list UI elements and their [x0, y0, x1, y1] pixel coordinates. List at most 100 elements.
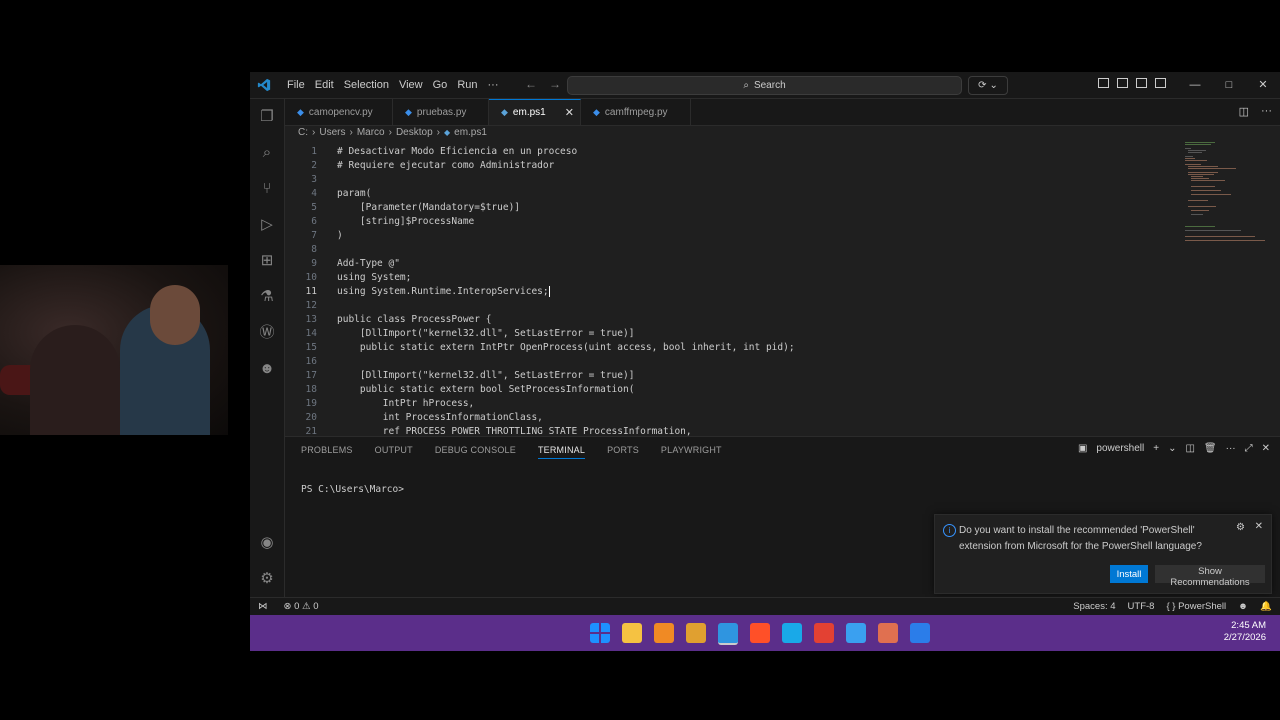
close-icon[interactable]: ✕: [1255, 521, 1263, 532]
layout-controls: [1098, 78, 1166, 88]
terminal-icon[interactable]: [910, 623, 930, 643]
title-bar: File Edit Selection View Go Run ··· ← → …: [250, 72, 1280, 99]
line-number: 19: [305, 398, 317, 409]
tab-em-ps1[interactable]: ◆ em.ps1 ✕: [489, 99, 581, 125]
new-terminal-icon[interactable]: +: [1153, 443, 1159, 454]
tab-debug-console[interactable]: DEBUG CONSOLE: [435, 445, 516, 459]
more-actions-icon[interactable]: ···: [1261, 105, 1272, 118]
line-number: 1: [311, 146, 317, 157]
breadcrumb-item[interactable]: em.ps1: [454, 127, 487, 138]
wallaby-icon[interactable]: Ⓦ: [259, 325, 275, 341]
account-icon[interactable]: ◉: [259, 535, 275, 551]
line-number: 2: [311, 160, 317, 171]
indentation-indicator[interactable]: Spaces: 4: [1073, 601, 1115, 612]
install-button[interactable]: Install: [1110, 565, 1148, 583]
tab-ports[interactable]: PORTS: [607, 445, 639, 459]
terminal-name[interactable]: powershell: [1096, 443, 1144, 454]
vscode-icon[interactable]: [718, 623, 738, 645]
close-panel-icon[interactable]: ✕: [1262, 443, 1270, 454]
split-terminal-icon[interactable]: ◫: [1185, 443, 1194, 454]
window-controls: — □ ✕: [1178, 72, 1280, 98]
notifications-bell-icon[interactable]: 🔔: [1260, 601, 1272, 612]
sublime-icon[interactable]: [654, 623, 674, 643]
panel-tabs: PROBLEMS OUTPUT DEBUG CONSOLE TERMINAL P…: [301, 445, 722, 459]
menu-run[interactable]: Run: [452, 79, 482, 91]
menu-more[interactable]: ···: [483, 79, 504, 91]
minimize-button[interactable]: —: [1178, 72, 1212, 98]
trash-icon[interactable]: 🗑: [1204, 443, 1217, 454]
remote-icon[interactable]: ⋈: [258, 601, 268, 612]
webcam-overlay: [0, 265, 228, 435]
gear-icon[interactable]: ⚙: [259, 571, 275, 587]
line-number: 13: [305, 314, 317, 325]
edge-icon[interactable]: [782, 623, 802, 643]
testing-icon[interactable]: ⚗: [259, 289, 275, 305]
line-number: 8: [311, 244, 317, 255]
close-button[interactable]: ✕: [1246, 72, 1280, 98]
split-editor-icon[interactable]: ◫: [1239, 105, 1249, 118]
source-control-icon[interactable]: ⑂: [259, 181, 275, 197]
back-arrow-icon[interactable]: ←: [525, 77, 537, 91]
customize-layout-icon[interactable]: [1098, 78, 1109, 88]
code-editor[interactable]: 1 # Desactivar Modo Eficiencia en un proc…: [285, 140, 1280, 436]
menu-edit[interactable]: Edit: [310, 79, 339, 91]
copilot-chat-icon[interactable]: ☻: [259, 361, 275, 377]
error-icon: ⊗: [283, 601, 292, 612]
encoding-indicator[interactable]: UTF-8: [1128, 601, 1155, 612]
tab-playwright[interactable]: PLAYWRIGHT: [661, 445, 722, 459]
breadcrumb-item[interactable]: Desktop: [396, 127, 433, 138]
chevron-right-icon: ›: [312, 127, 316, 138]
problems-indicator[interactable]: ⊗ 0 ⚠ 0: [284, 601, 319, 612]
tab-camopencv[interactable]: ◆ camopencv.py: [285, 99, 393, 125]
app-icon[interactable]: [686, 623, 706, 643]
minimap[interactable]: [1185, 140, 1275, 260]
start-icon[interactable]: [590, 623, 610, 643]
search-icon: ⌕: [743, 80, 749, 91]
brave-icon[interactable]: [750, 623, 770, 643]
code-line: 16: [285, 355, 1165, 369]
tab-camffmpeg[interactable]: ◆ camffmpeg.py: [581, 99, 691, 125]
maximize-panel-icon[interactable]: ⤢: [1245, 443, 1253, 454]
toggle-secondary-sidebar-icon[interactable]: [1155, 78, 1166, 88]
menu-go[interactable]: Go: [428, 79, 453, 91]
extensions-icon[interactable]: ⊞: [259, 253, 275, 269]
close-tab-icon[interactable]: ✕: [565, 106, 574, 119]
tab-terminal[interactable]: TERMINAL: [537, 445, 586, 459]
menu-selection[interactable]: Selection: [339, 79, 394, 91]
chevron-down-icon[interactable]: ⌄: [1168, 443, 1176, 454]
taskbar-clock[interactable]: 2:45 AM 2/27/2026: [1224, 620, 1266, 644]
breadcrumb-item[interactable]: Users: [319, 127, 345, 138]
webcam-person-head: [150, 285, 200, 345]
command-center-search[interactable]: ⌕ Search: [567, 76, 962, 95]
run-debug-icon[interactable]: ▷: [259, 217, 275, 233]
more-actions-icon[interactable]: ···: [1226, 443, 1236, 454]
menu-file[interactable]: File: [282, 79, 310, 91]
line-number: 5: [311, 202, 317, 213]
tab-output[interactable]: OUTPUT: [375, 445, 413, 459]
line-number: 16: [305, 356, 317, 367]
tab-problems[interactable]: PROBLEMS: [301, 445, 353, 459]
code-line: 10 using System;: [285, 271, 1165, 285]
copilot-button[interactable]: ⟳ ⌄: [968, 76, 1008, 95]
breadcrumb-item[interactable]: C:: [298, 127, 308, 138]
photos-icon[interactable]: [846, 623, 866, 643]
gear-icon[interactable]: ⚙: [1236, 522, 1245, 533]
show-recommendations-button[interactable]: Show Recommendations: [1155, 565, 1265, 588]
file-explorer-icon[interactable]: [622, 623, 642, 643]
terminal-prompt[interactable]: PS C:\Users\Marco>: [301, 484, 404, 495]
claude-icon[interactable]: [878, 623, 898, 643]
breadcrumb-item[interactable]: Marco: [357, 127, 385, 138]
explorer-icon[interactable]: ❐: [259, 109, 275, 125]
toggle-panel-icon[interactable]: [1136, 78, 1147, 88]
copilot-status-icon[interactable]: ☻: [1238, 601, 1248, 612]
chrome-icon[interactable]: [814, 623, 834, 643]
forward-arrow-icon[interactable]: →: [549, 77, 561, 91]
toggle-sidebar-icon[interactable]: [1117, 78, 1128, 88]
menu-view[interactable]: View: [394, 79, 428, 91]
maximize-button[interactable]: □: [1212, 72, 1246, 98]
vscode-logo-icon: [257, 78, 271, 92]
tab-pruebas[interactable]: ◆ pruebas.py: [393, 99, 489, 125]
line-text-content: using System.Runtime.InteropServices;: [337, 286, 549, 297]
search-icon[interactable]: ⌕: [259, 145, 275, 161]
language-mode[interactable]: { } PowerShell: [1166, 601, 1226, 612]
